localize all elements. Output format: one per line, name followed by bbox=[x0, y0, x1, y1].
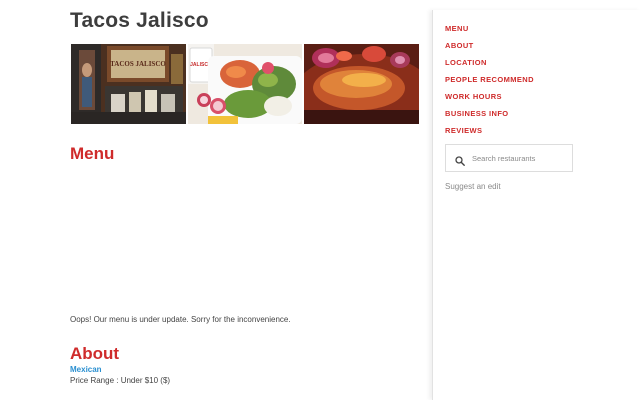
nav-item-location[interactable]: LOCATION bbox=[445, 58, 534, 75]
nav-item-work-hours[interactable]: WORK HOURS bbox=[445, 92, 534, 109]
menu-update-notice: Oops! Our menu is under update. Sorry fo… bbox=[70, 315, 291, 324]
photo-gallery: TACOS JALISCO JALISCO bbox=[71, 44, 419, 124]
price-range: Price Range : Under $10 ($) bbox=[70, 376, 171, 385]
restaurant-interior-photo[interactable]: TACOS JALISCO bbox=[71, 44, 186, 124]
sign-text: TACOS JALISCO bbox=[110, 60, 166, 68]
sidebar: MENU ABOUT LOCATION PEOPLE RECOMMEND WOR… bbox=[432, 10, 640, 400]
nav-item-about[interactable]: ABOUT bbox=[445, 41, 534, 58]
menu-heading: Menu bbox=[70, 144, 115, 163]
main-content: Tacos Jalisco TACOS JALISCO JALISCO Menu… bbox=[0, 0, 432, 400]
site-title: Tacos Jalisco bbox=[70, 9, 209, 32]
tacos-plate-photo[interactable]: JALISCO bbox=[188, 44, 302, 124]
enchilada-dish-photo[interactable] bbox=[304, 44, 419, 124]
nav-item-reviews[interactable]: REVIEWS bbox=[445, 126, 534, 143]
sidebar-nav: MENU ABOUT LOCATION PEOPLE RECOMMEND WOR… bbox=[445, 24, 534, 143]
suggest-edit-link[interactable]: Suggest an edit bbox=[445, 182, 501, 191]
search-input[interactable] bbox=[472, 151, 568, 165]
nav-item-menu[interactable]: MENU bbox=[445, 24, 534, 41]
category-link[interactable]: Mexican bbox=[70, 365, 102, 374]
about-heading: About bbox=[70, 344, 120, 363]
nav-item-people-recommend[interactable]: PEOPLE RECOMMEND bbox=[445, 75, 534, 92]
nav-item-business-info[interactable]: BUSINESS INFO bbox=[445, 109, 534, 126]
search-icon[interactable] bbox=[455, 153, 465, 171]
search-box bbox=[445, 144, 573, 172]
